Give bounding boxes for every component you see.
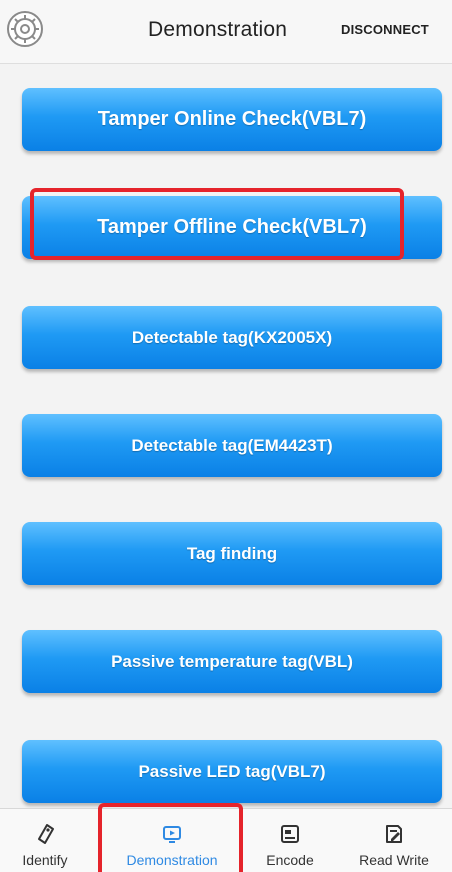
passive-temperature-tag-button[interactable]: Passive temperature tag(VBL) (22, 630, 442, 693)
bottom-nav: Identify Demonstration Encode Read Write (0, 803, 452, 872)
button-label: Tamper Offline Check(VBL7) (97, 216, 367, 238)
nav-item-identify[interactable]: Identify (0, 809, 90, 872)
button-label: Detectable tag(KX2005X) (131, 327, 333, 347)
edit-icon (383, 823, 405, 845)
button-label: Detectable tag(EM4423T) (131, 435, 333, 455)
tag-icon (34, 823, 56, 845)
play-screen-icon (161, 823, 183, 845)
disconnect-button[interactable]: DISCONNECT (341, 22, 429, 37)
nav-item-read-write[interactable]: Read Write (342, 809, 446, 872)
app-screen: Demonstration DISCONNECT Tamper Online C… (0, 0, 452, 872)
gear-icon (7, 11, 43, 47)
settings-button[interactable] (6, 10, 44, 48)
tamper-online-check-button[interactable]: Tamper Online Check(VBL7) (22, 88, 442, 151)
button-label: Passive temperature tag(VBL) (111, 651, 353, 671)
button-label: Tag finding (186, 543, 278, 563)
app-header: Demonstration DISCONNECT (0, 0, 452, 64)
card-icon (279, 823, 301, 845)
button-label: Passive LED tag(VBL7) (138, 761, 326, 781)
nav-item-encode[interactable]: Encode (250, 809, 330, 872)
nav-label: Demonstration (126, 852, 218, 868)
button-label: Tamper Online Check(VBL7) (97, 108, 367, 130)
detectable-tag-em4423t-button[interactable]: Detectable tag(EM4423T) (22, 414, 442, 477)
page-title: Demonstration (148, 18, 288, 41)
detectable-tag-kx2005x-button[interactable]: Detectable tag(KX2005X) (22, 306, 442, 369)
tamper-offline-check-button[interactable]: Tamper Offline Check(VBL7) (22, 196, 442, 259)
nav-label: Identify (22, 852, 68, 868)
nav-item-demonstration[interactable]: Demonstration (108, 809, 236, 872)
passive-led-tag-button[interactable]: Passive LED tag(VBL7) (22, 740, 442, 803)
tag-finding-button[interactable]: Tag finding (22, 522, 442, 585)
nav-label: Read Write (359, 852, 429, 868)
nav-label: Encode (266, 852, 314, 868)
